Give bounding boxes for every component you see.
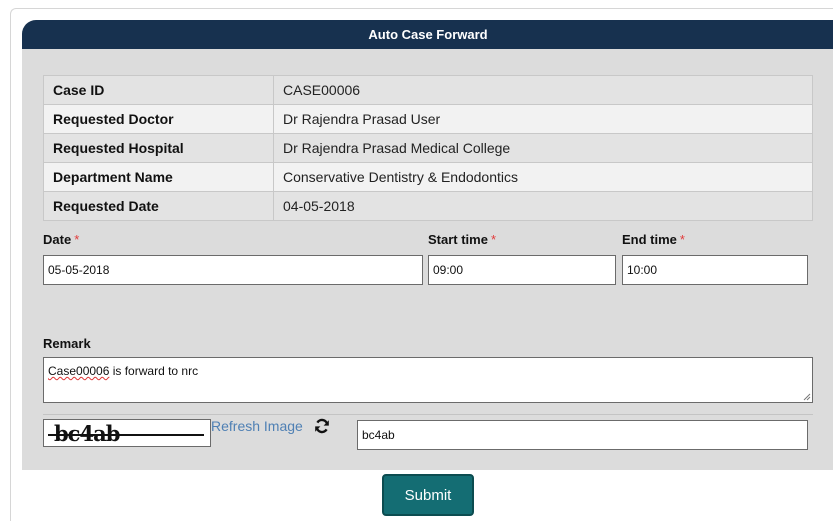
row-label: Requested Doctor xyxy=(43,104,274,134)
case-info-table: Case ID CASE00006 Requested Doctor Dr Ra… xyxy=(43,75,813,221)
row-value: 04-05-2018 xyxy=(273,191,813,221)
row-value: Conservative Dentistry & Endodontics xyxy=(273,162,813,192)
start-time-label: Start time * xyxy=(428,232,496,247)
table-row: Department Name Conservative Dentistry &… xyxy=(43,162,813,192)
table-row: Requested Date 04-05-2018 xyxy=(43,191,813,221)
table-row: Case ID CASE00006 xyxy=(43,75,813,105)
date-label: Date * xyxy=(43,232,79,247)
panel-header: Auto Case Forward xyxy=(22,20,833,49)
remark-textarea[interactable]: Case00006 is forward to nrc xyxy=(43,357,813,403)
required-mark: * xyxy=(74,232,80,247)
divider xyxy=(43,414,813,415)
row-value: Dr Rajendra Prasad Medical College xyxy=(273,133,813,163)
start-time-label-text: Start time xyxy=(428,232,488,247)
required-mark: * xyxy=(679,232,685,247)
remark-label: Remark xyxy=(43,336,91,351)
refresh-icon[interactable] xyxy=(314,418,330,434)
start-time-input[interactable] xyxy=(428,255,616,285)
end-time-label-text: End time xyxy=(622,232,677,247)
remark-text: Case00006 is forward to nrc xyxy=(48,364,198,378)
remark-word: Case00006 xyxy=(48,364,110,378)
row-label: Department Name xyxy=(43,162,274,192)
refresh-image-link[interactable]: Refresh Image xyxy=(211,418,303,434)
row-value: CASE00006 xyxy=(273,75,813,105)
row-label: Requested Date xyxy=(43,191,274,221)
resize-handle-icon[interactable] xyxy=(803,393,811,401)
date-input[interactable] xyxy=(43,255,423,285)
panel-title: Auto Case Forward xyxy=(368,27,488,42)
table-row: Requested Doctor Dr Rajendra Prasad User xyxy=(43,104,813,134)
row-label: Case ID xyxy=(43,75,274,105)
captcha-input[interactable] xyxy=(357,420,808,450)
date-label-text: Date xyxy=(43,232,72,247)
required-mark: * xyxy=(490,232,497,247)
captcha-image: bc4ab xyxy=(43,419,211,447)
submit-button[interactable]: Submit xyxy=(382,474,474,516)
row-value: Dr Rajendra Prasad User xyxy=(273,104,813,134)
table-row: Requested Hospital Dr Rajendra Prasad Me… xyxy=(43,133,813,163)
end-time-input[interactable] xyxy=(622,255,808,285)
captcha-strike xyxy=(48,434,204,436)
row-label: Requested Hospital xyxy=(43,133,274,163)
end-time-label: End time * xyxy=(622,232,685,247)
remark-rest: is forward to nrc xyxy=(109,364,199,378)
